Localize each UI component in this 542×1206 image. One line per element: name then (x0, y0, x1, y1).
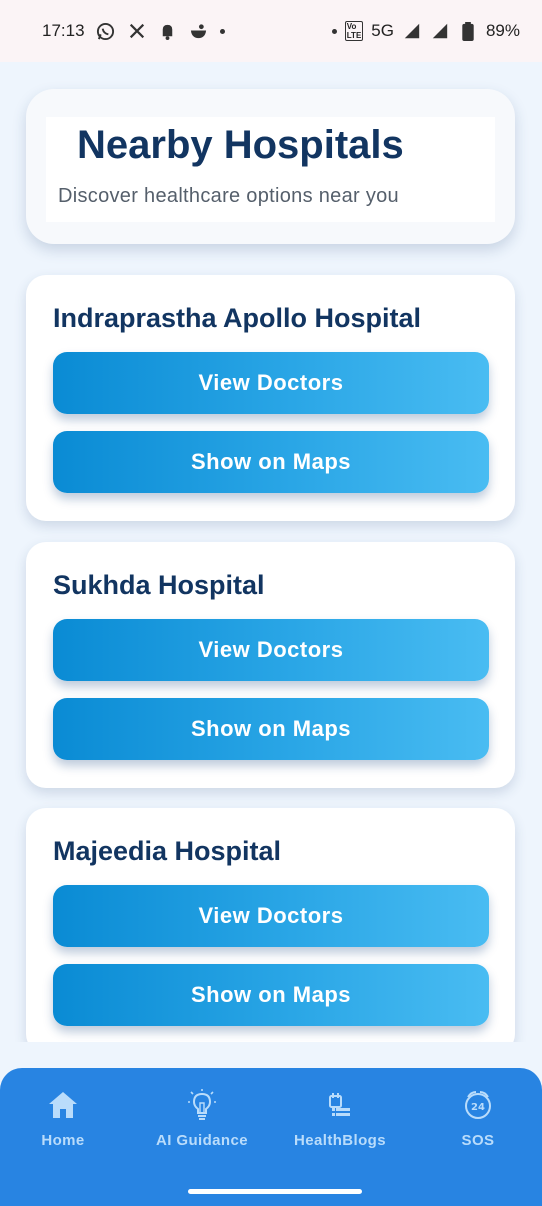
nav-item-healthblogs[interactable]: HealthBlogs (290, 1088, 390, 1158)
view-doctors-button[interactable]: View Doctors (53, 885, 489, 947)
hospital-name: Sukhda Hospital (53, 570, 265, 600)
page-subtitle: Discover healthcare options near you (58, 185, 399, 207)
status-time: 17:13 (42, 21, 85, 40)
blog-icon (323, 1088, 357, 1122)
hospital-card: Indraprastha Apollo Hospital View Doctor… (26, 275, 515, 521)
nav-label: SOS (461, 1132, 495, 1149)
view-doctors-button[interactable]: View Doctors (53, 619, 489, 681)
status-dot (331, 28, 337, 34)
status-left: 17:13 (42, 21, 225, 41)
bowl-icon (189, 21, 209, 41)
nav-label: HealthBlogs (294, 1132, 386, 1149)
signal-icon-2 (430, 21, 450, 41)
header-inner: Nearby Hospitals Discover healthcare opt… (46, 117, 495, 222)
notification-dot (219, 28, 225, 34)
home-icon (46, 1088, 80, 1122)
hospital-card: Sukhda Hospital View Doctors Show on Map… (26, 542, 515, 788)
hospital-card: Majeedia Hospital View Doctors Show on M… (26, 808, 515, 1042)
nav-item-sos[interactable]: 24 SOS (452, 1088, 504, 1158)
show-on-maps-button[interactable]: Show on Maps (53, 698, 489, 760)
show-on-maps-button[interactable]: Show on Maps (53, 964, 489, 1026)
svg-text:24: 24 (471, 1102, 485, 1113)
sos-24-icon: 24 (461, 1088, 495, 1122)
nav-label: AI Guidance (156, 1132, 248, 1149)
status-right: Vo LTE 5G 89% (331, 21, 520, 41)
hospital-name: Majeedia Hospital (53, 836, 282, 866)
home-indicator[interactable] (188, 1189, 362, 1194)
lightbulb-icon (185, 1088, 219, 1122)
volte-icon: Vo LTE (344, 21, 364, 41)
bottom-nav: Home AI Guidance HealthBlogs 24 SOS (0, 1068, 542, 1206)
status-bar: 17:13 Vo LTE 5G 89% (0, 0, 542, 62)
bell-icon (158, 21, 178, 41)
whatsapp-icon (96, 21, 116, 41)
show-on-maps-button[interactable]: Show on Maps (53, 431, 489, 493)
hospital-list[interactable]: Indraprastha Apollo Hospital View Doctor… (0, 262, 542, 1042)
hospital-name: Indraprastha Apollo Hospital (53, 303, 422, 333)
network-label: 5G (371, 21, 394, 40)
page-title: Nearby Hospitals (77, 123, 404, 167)
battery-level: 89% (485, 21, 520, 40)
view-doctors-button[interactable]: View Doctors (53, 352, 489, 414)
nav-label: Home (41, 1132, 85, 1149)
nav-item-home[interactable]: Home (33, 1088, 93, 1158)
nav-item-ai-guidance[interactable]: AI Guidance (151, 1088, 253, 1158)
header-card: Nearby Hospitals Discover healthcare opt… (26, 89, 515, 244)
x-icon (127, 21, 147, 41)
signal-icon (402, 21, 422, 41)
battery-icon (458, 21, 478, 41)
